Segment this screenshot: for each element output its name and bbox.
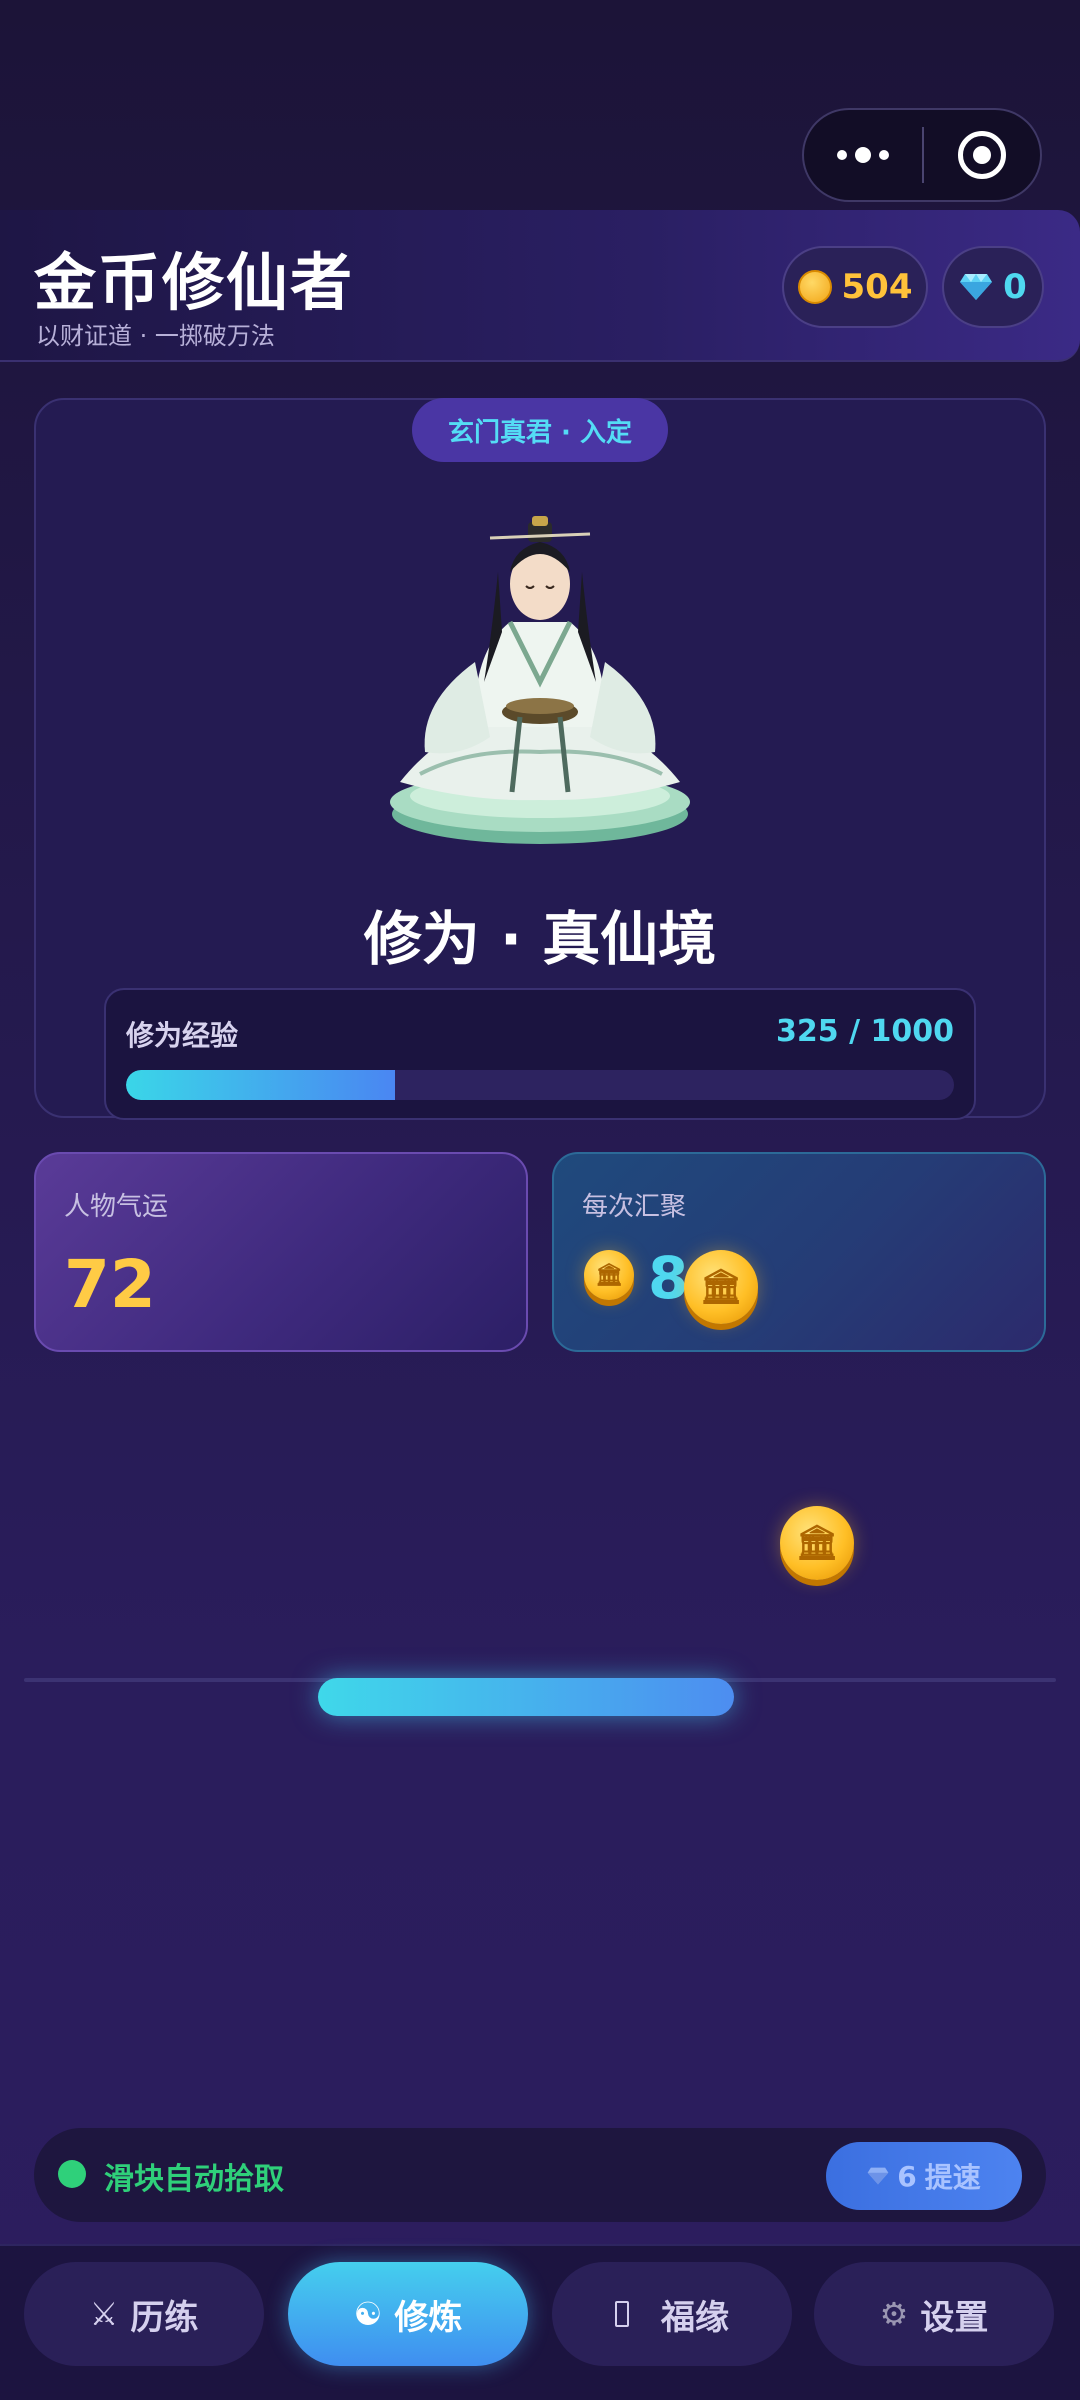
- experience-progress-fill: [126, 1070, 396, 1100]
- gather-card: [552, 1152, 1046, 1352]
- experience-progress-bar: [126, 1070, 954, 1100]
- tab-label: 历练: [130, 2297, 199, 2338]
- miniprogram-capsule: [802, 108, 1042, 202]
- boost-label: 提速: [924, 2161, 981, 2194]
- status-dot-icon: [58, 2160, 86, 2188]
- diamond-icon: [960, 274, 993, 300]
- gather-value: 8: [648, 1244, 689, 1312]
- gear-icon: ⚙: [879, 2295, 909, 2333]
- tab-fortune[interactable]: 福缘: [552, 2262, 792, 2366]
- luck-label: 人物气运: [64, 1192, 169, 1222]
- experience-value: 325 / 1000: [776, 1014, 954, 1049]
- tab-label: 修炼: [394, 2297, 463, 2338]
- gold-balance[interactable]: 504: [782, 246, 928, 328]
- tab-training[interactable]: ⚔ 历练: [24, 2262, 264, 2366]
- crossed-swords-icon: ⚔: [89, 2295, 119, 2333]
- gem-balance[interactable]: 0: [942, 246, 1044, 328]
- tab-settings[interactable]: ⚙ 设置: [814, 2262, 1054, 2366]
- gem-amount: 0: [1003, 267, 1027, 307]
- yin-yang-icon: ☯: [353, 2295, 383, 2333]
- close-miniprogram-button[interactable]: [924, 110, 1040, 200]
- boost-button[interactable]: 6 提速: [826, 2142, 1022, 2210]
- diamond-icon: [867, 2167, 889, 2185]
- tab-label: 福缘: [661, 2297, 729, 2338]
- experience-label: 修为经验: [126, 1019, 239, 1052]
- tab-cultivate[interactable]: ☯ 修炼: [288, 2262, 528, 2366]
- coin-icon: 🏛: [584, 1250, 634, 1300]
- catch-slider-handle[interactable]: [318, 1678, 734, 1716]
- gather-label: 每次汇聚: [582, 1192, 687, 1222]
- status-badge: 玄门真君 · 入定: [412, 398, 668, 462]
- realm-title: 修为 · 真仙境: [363, 905, 717, 973]
- more-options-button[interactable]: [804, 110, 922, 200]
- experience-panel: [104, 988, 976, 1120]
- tab-label: 设置: [920, 2297, 989, 2338]
- falling-coin[interactable]: 🏛: [684, 1250, 758, 1324]
- gold-amount: 504: [841, 267, 913, 307]
- app-subtitle: 以财证道 · 一掷破万法: [36, 322, 275, 350]
- auto-pickup-label: 滑块自动拾取: [104, 2162, 284, 2197]
- boost-count: 6: [897, 2159, 917, 2193]
- meditating-immortal-illustration: [390, 516, 690, 844]
- app-title: 金币修仙者: [34, 246, 355, 319]
- falling-coin[interactable]: 🏛: [780, 1506, 854, 1580]
- luck-value: 72: [64, 1246, 156, 1323]
- target-icon: [958, 131, 1006, 179]
- missing-glyph-icon: [615, 2301, 629, 2327]
- coin-icon: [797, 270, 832, 304]
